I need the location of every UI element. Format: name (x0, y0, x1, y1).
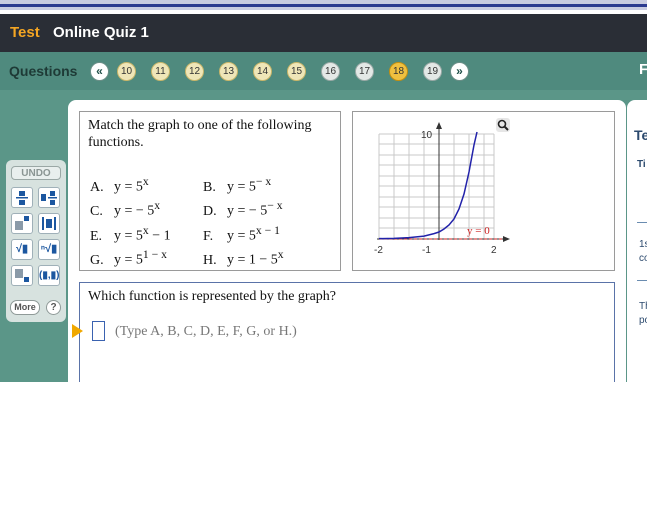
option-exponent: x (277, 248, 284, 261)
magnifier-icon (496, 118, 510, 132)
title-bar: Test Online Quiz 1 (0, 14, 647, 52)
square-root-icon: √▮ (15, 243, 29, 255)
option-a: A. y = 5x (90, 175, 149, 196)
option-expr: y = 5 (114, 228, 143, 244)
x-axis-arrow (503, 236, 510, 242)
option-letter: C. (90, 203, 103, 219)
option-tail: − 1 (148, 228, 171, 244)
option-letter: E. (90, 228, 103, 244)
y-axis-arrow (436, 122, 442, 129)
asymptote-label: y = 0 (467, 225, 490, 237)
answer-question: Which function is represented by the gra… (88, 289, 337, 304)
nth-root-button[interactable]: ⁿ√▮ (38, 239, 60, 260)
question-box: Match the graph to one of the following … (79, 111, 341, 271)
option-letter: H. (203, 252, 217, 268)
question-19-button[interactable]: 19 (423, 62, 442, 81)
x-tick-neg2: -2 (374, 245, 383, 256)
questions-label: Questions (9, 63, 78, 79)
fraction-button[interactable] (11, 187, 33, 208)
interval-button[interactable]: (▮,▮) (38, 265, 60, 286)
option-d: D. y = − 5− x (203, 199, 283, 220)
question-13-button[interactable]: 13 (219, 62, 238, 81)
x-tick-neg1: -1 (422, 245, 431, 256)
questions-nav: Questions « 10 11 12 13 14 15 16 17 18 1… (0, 52, 647, 90)
side-panel-text: Th (639, 301, 647, 312)
option-expr: y = − 5 (114, 203, 155, 219)
side-panel-divider (637, 280, 647, 281)
option-letter: A. (90, 179, 104, 195)
side-panel-text: Te (634, 127, 647, 143)
right-side-panel: Te Ti 1s co Th po (627, 100, 647, 382)
browser-top-strip (0, 0, 647, 10)
question-12-button[interactable]: 12 (185, 62, 204, 81)
option-exponent: − x (255, 175, 272, 188)
option-c: C. y = − 5x (90, 199, 160, 220)
graph-box: 10 -2 -1 2 y = 0 (352, 111, 615, 271)
question-11-button[interactable]: 11 (151, 62, 170, 81)
question-14-button[interactable]: 14 (253, 62, 272, 81)
question-17-button[interactable]: 17 (355, 62, 374, 81)
option-expr: y = 1 − 5 (227, 252, 278, 268)
subscript-icon (15, 269, 29, 282)
zoom-graph-button[interactable] (496, 118, 510, 132)
option-expr: y = 5 (114, 252, 143, 268)
option-b: B. y = 5− x (203, 175, 271, 196)
function-graph: 10 -2 -1 2 y = 0 (374, 122, 510, 256)
side-panel-divider (637, 222, 647, 223)
square-root-button[interactable]: √▮ (11, 239, 33, 260)
option-exponent: x − 1 (255, 224, 280, 237)
option-h: H. y = 1 − 5x (203, 248, 284, 269)
question-15-button[interactable]: 15 (287, 62, 306, 81)
double-chevron-right-icon[interactable]: » (450, 62, 469, 81)
mixed-number-icon (41, 191, 57, 205)
option-exponent: − x (267, 199, 283, 212)
subscript-button[interactable] (11, 265, 33, 286)
browser-top-line (0, 4, 647, 7)
option-letter: F. (203, 228, 214, 244)
current-answer-arrow-icon (72, 324, 83, 338)
option-expr: y = 5 (227, 179, 256, 195)
question-prompt: Match the graph to one of the following … (88, 118, 312, 150)
math-tools-palette: UNDO √▮ ⁿ√▮ (▮,▮) More ? (6, 160, 66, 322)
quiz-title: Online Quiz 1 (53, 24, 149, 41)
more-button[interactable]: More (10, 300, 40, 315)
answer-hint: (Type A, B, C, D, E, F, G, or H.) (115, 324, 297, 339)
fraction-icon (16, 191, 28, 205)
question-10-button[interactable]: 10 (117, 62, 136, 81)
option-exponent: 1 − x (142, 248, 167, 261)
nav-right-edge-text: F (639, 61, 647, 78)
side-panel-text: Ti (637, 159, 646, 170)
mixed-number-button[interactable] (38, 187, 60, 208)
double-chevron-left-icon[interactable]: « (90, 62, 109, 81)
question-18-button[interactable]: 18 (389, 62, 408, 81)
option-expr: y = 5 (114, 179, 143, 195)
option-g: G. y = 51 − x (90, 248, 167, 269)
x-tick-2: 2 (491, 245, 497, 256)
undo-button[interactable]: UNDO (11, 166, 61, 180)
option-letter: D. (203, 203, 217, 219)
option-e: E. y = 5x − 1 (90, 224, 171, 245)
absolute-value-icon (42, 217, 56, 230)
nth-root-icon: ⁿ√▮ (40, 243, 58, 255)
side-panel-text: 1s (639, 239, 647, 250)
exponent-icon (15, 216, 29, 230)
option-letter: G. (90, 252, 104, 268)
side-panel-text: co (639, 253, 647, 264)
option-exponent: x (154, 199, 161, 212)
option-letter: B. (203, 179, 216, 195)
answer-input[interactable] (92, 321, 105, 341)
question-16-button[interactable]: 16 (321, 62, 340, 81)
side-panel-text: po (639, 315, 647, 326)
section-label: Test (10, 24, 40, 41)
interval-icon: (▮,▮) (39, 270, 60, 281)
option-f: F. y = 5x − 1 (203, 224, 280, 245)
option-expr: y = 5 (227, 228, 256, 244)
help-button[interactable]: ? (46, 300, 61, 315)
option-exponent: x (142, 175, 149, 188)
option-expr: y = − 5 (227, 203, 268, 219)
exponent-button[interactable] (11, 213, 33, 234)
y-tick-10: 10 (421, 130, 433, 141)
absolute-value-button[interactable] (38, 213, 60, 234)
